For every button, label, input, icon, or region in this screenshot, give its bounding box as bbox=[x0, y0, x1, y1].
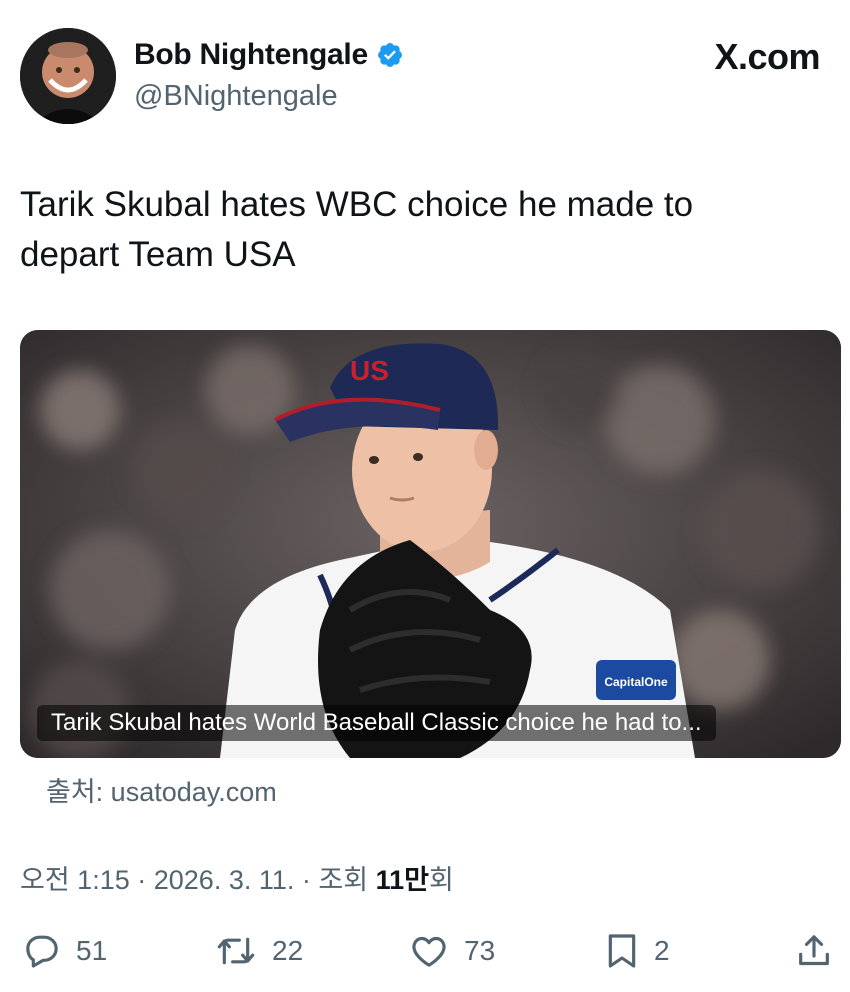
svg-text:US: US bbox=[350, 355, 389, 386]
reply-button[interactable]: 51 bbox=[22, 926, 107, 976]
bookmark-icon bbox=[604, 931, 640, 971]
reply-icon bbox=[22, 931, 62, 971]
share-icon bbox=[794, 931, 834, 971]
meta-separator: · bbox=[137, 865, 154, 895]
author-name[interactable]: Bob Nightengale bbox=[134, 38, 368, 72]
action-bar: 51 22 73 2 bbox=[0, 926, 850, 976]
repost-icon bbox=[214, 931, 258, 971]
tweet-date[interactable]: 2026. 3. 11. bbox=[154, 865, 295, 895]
svg-text:CapitalOne: CapitalOne bbox=[604, 675, 668, 689]
bookmark-count: 2 bbox=[654, 935, 670, 966]
author-handle[interactable]: @BNightengale bbox=[134, 80, 338, 113]
heart-icon bbox=[408, 931, 450, 971]
views-suffix: 회 bbox=[428, 865, 454, 895]
avatar[interactable] bbox=[20, 28, 116, 124]
source-link[interactable]: 출처: usatoday.com bbox=[46, 770, 277, 809]
link-card-image: CapitalOne US bbox=[20, 330, 841, 758]
like-count: 73 bbox=[464, 935, 496, 966]
repost-button[interactable]: 22 bbox=[214, 926, 303, 976]
tweet-text-line: Tarik Skubal hates WBC choice he made to bbox=[20, 185, 694, 224]
tweet-text: Tarik Skubal hates WBC choice he made to… bbox=[20, 180, 820, 280]
like-button[interactable]: 73 bbox=[408, 926, 495, 976]
reply-count: 51 bbox=[76, 935, 108, 966]
tweet-meta: 오전 1:15 · 2026. 3. 11. · 조회 11만회 bbox=[20, 858, 454, 897]
verified-badge-icon bbox=[376, 41, 404, 69]
views-count: 11만 bbox=[375, 865, 429, 895]
tweet-time[interactable]: 오전 1:15 bbox=[20, 865, 130, 895]
bookmark-button[interactable]: 2 bbox=[604, 926, 670, 976]
meta-separator: · bbox=[301, 865, 319, 895]
repost-count: 22 bbox=[272, 935, 304, 966]
link-card[interactable]: CapitalOne US Tarik Skubal hates World B… bbox=[20, 330, 841, 758]
share-button[interactable] bbox=[794, 926, 834, 976]
author-name-row: Bob Nightengale bbox=[134, 38, 404, 72]
site-label: X.com bbox=[714, 36, 820, 77]
tweet-text-line: depart Team USA bbox=[20, 235, 296, 274]
link-card-title: Tarik Skubal hates World Baseball Classi… bbox=[37, 705, 716, 741]
views-label: 조회 bbox=[318, 865, 369, 895]
